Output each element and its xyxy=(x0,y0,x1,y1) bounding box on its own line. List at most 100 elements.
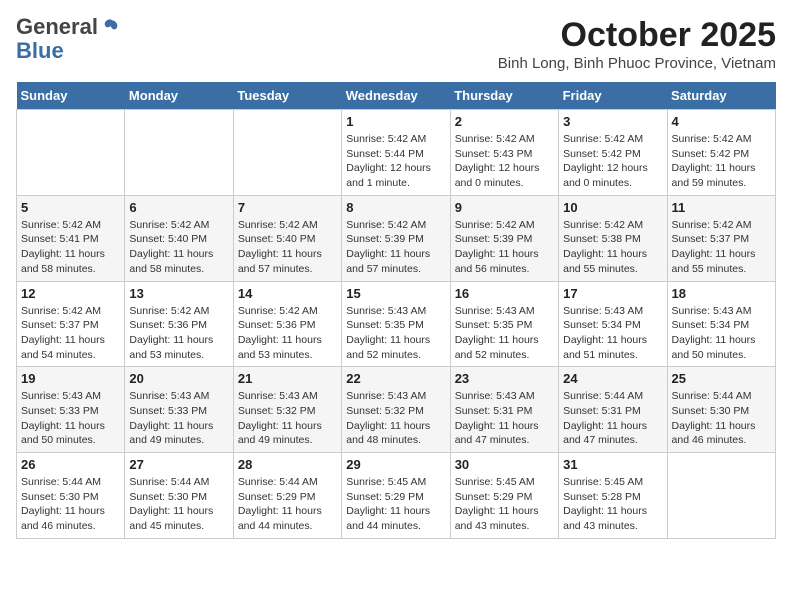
calendar-cell xyxy=(233,110,341,196)
day-info: Sunrise: 5:42 AM Sunset: 5:36 PM Dayligh… xyxy=(238,304,337,363)
day-number: 9 xyxy=(455,200,554,215)
day-info: Sunrise: 5:42 AM Sunset: 5:42 PM Dayligh… xyxy=(563,132,662,191)
day-info: Sunrise: 5:42 AM Sunset: 5:39 PM Dayligh… xyxy=(455,218,554,277)
day-number: 30 xyxy=(455,457,554,472)
day-number: 22 xyxy=(346,371,445,386)
day-info: Sunrise: 5:43 AM Sunset: 5:34 PM Dayligh… xyxy=(563,304,662,363)
logo-general: General xyxy=(16,16,98,38)
day-number: 16 xyxy=(455,286,554,301)
day-number: 12 xyxy=(21,286,120,301)
calendar-cell xyxy=(17,110,125,196)
calendar-cell: 29 Sunrise: 5:45 AM Sunset: 5:29 PM Dayli… xyxy=(342,453,450,539)
day-number: 23 xyxy=(455,371,554,386)
calendar-cell: 22Sunrise: 5:43 AM Sunset: 5:32 PM Dayli… xyxy=(342,367,450,453)
day-info: Sunrise: 5:45 AM Sunset: 5:28 PM Dayligh… xyxy=(563,475,662,534)
day-info: Sunrise: 5:43 AM Sunset: 5:34 PM Dayligh… xyxy=(672,304,771,363)
calendar-cell: 26 Sunrise: 5:44 AM Sunset: 5:30 PM Dayli… xyxy=(17,453,125,539)
day-info: Sunrise: 5:43 AM Sunset: 5:32 PM Dayligh… xyxy=(238,389,337,448)
day-info: Sunrise: 5:43 AM Sunset: 5:33 PM Dayligh… xyxy=(21,389,120,448)
calendar-cell: 2 Sunrise: 5:42 AM Sunset: 5:43 PM Daylig… xyxy=(450,110,558,196)
day-number: 5 xyxy=(21,200,120,215)
logo-bird-icon xyxy=(100,16,120,36)
calendar-cell: 13 Sunrise: 5:42 AM Sunset: 5:36 PM Dayli… xyxy=(125,281,233,367)
day-number: 25 xyxy=(672,371,771,386)
calendar-cell: 8Sunrise: 5:42 AM Sunset: 5:39 PM Daylig… xyxy=(342,195,450,281)
day-info: Sunrise: 5:44 AM Sunset: 5:30 PM Dayligh… xyxy=(21,475,120,534)
day-info: Sunrise: 5:43 AM Sunset: 5:33 PM Dayligh… xyxy=(129,389,228,448)
day-info: Sunrise: 5:43 AM Sunset: 5:35 PM Dayligh… xyxy=(455,304,554,363)
logo-blue: Blue xyxy=(16,38,64,64)
calendar-cell: 23Sunrise: 5:43 AM Sunset: 5:31 PM Dayli… xyxy=(450,367,558,453)
calendar-cell: 24Sunrise: 5:44 AM Sunset: 5:31 PM Dayli… xyxy=(559,367,667,453)
day-number: 15 xyxy=(346,286,445,301)
calendar-cell: 6 Sunrise: 5:42 AM Sunset: 5:40 PM Daylig… xyxy=(125,195,233,281)
calendar-cell: 31 Sunrise: 5:45 AM Sunset: 5:28 PM Dayli… xyxy=(559,453,667,539)
calendar-cell xyxy=(125,110,233,196)
day-number: 14 xyxy=(238,286,337,301)
day-info: Sunrise: 5:44 AM Sunset: 5:30 PM Dayligh… xyxy=(672,389,771,448)
day-number: 10 xyxy=(563,200,662,215)
calendar-cell: 1Sunrise: 5:42 AM Sunset: 5:44 PM Daylig… xyxy=(342,110,450,196)
day-info: Sunrise: 5:42 AM Sunset: 5:42 PM Dayligh… xyxy=(672,132,771,191)
title-block: October 2025 Binh Long, Binh Phuoc Provi… xyxy=(498,16,776,72)
calendar-cell: 21 Sunrise: 5:43 AM Sunset: 5:32 PM Dayli… xyxy=(233,367,341,453)
calendar-cell: 19Sunrise: 5:43 AM Sunset: 5:33 PM Dayli… xyxy=(17,367,125,453)
calendar-title: October 2025 xyxy=(498,16,776,55)
day-header-tuesday: Tuesday xyxy=(233,82,341,110)
calendar-cell: 28 Sunrise: 5:44 AM Sunset: 5:29 PM Dayli… xyxy=(233,453,341,539)
calendar-cell: 17 Sunrise: 5:43 AM Sunset: 5:34 PM Dayli… xyxy=(559,281,667,367)
day-number: 26 xyxy=(21,457,120,472)
day-number: 7 xyxy=(238,200,337,215)
day-number: 18 xyxy=(672,286,771,301)
day-header-friday: Friday xyxy=(559,82,667,110)
calendar-cell: 14 Sunrise: 5:42 AM Sunset: 5:36 PM Dayli… xyxy=(233,281,341,367)
day-header-wednesday: Wednesday xyxy=(342,82,450,110)
day-info: Sunrise: 5:42 AM Sunset: 5:38 PM Dayligh… xyxy=(563,218,662,277)
page-header: General Blue October 2025 Binh Long, Bin… xyxy=(16,16,776,72)
day-number: 3 xyxy=(563,114,662,129)
day-number: 28 xyxy=(238,457,337,472)
day-info: Sunrise: 5:42 AM Sunset: 5:36 PM Dayligh… xyxy=(129,304,228,363)
day-info: Sunrise: 5:42 AM Sunset: 5:37 PM Dayligh… xyxy=(672,218,771,277)
calendar-cell: 4Sunrise: 5:42 AM Sunset: 5:42 PM Daylig… xyxy=(667,110,775,196)
calendar-subtitle: Binh Long, Binh Phuoc Province, Vietnam xyxy=(498,55,776,72)
day-info: Sunrise: 5:45 AM Sunset: 5:29 PM Dayligh… xyxy=(455,475,554,534)
calendar-cell: 12 Sunrise: 5:42 AM Sunset: 5:37 PM Dayli… xyxy=(17,281,125,367)
day-info: Sunrise: 5:44 AM Sunset: 5:30 PM Dayligh… xyxy=(129,475,228,534)
calendar-cell: 20 Sunrise: 5:43 AM Sunset: 5:33 PM Dayli… xyxy=(125,367,233,453)
day-number: 13 xyxy=(129,286,228,301)
day-info: Sunrise: 5:42 AM Sunset: 5:41 PM Dayligh… xyxy=(21,218,120,277)
day-header-sunday: Sunday xyxy=(17,82,125,110)
day-number: 1 xyxy=(346,114,445,129)
day-info: Sunrise: 5:44 AM Sunset: 5:29 PM Dayligh… xyxy=(238,475,337,534)
calendar-cell: 25 Sunrise: 5:44 AM Sunset: 5:30 PM Dayli… xyxy=(667,367,775,453)
day-info: Sunrise: 5:42 AM Sunset: 5:37 PM Dayligh… xyxy=(21,304,120,363)
day-number: 11 xyxy=(672,200,771,215)
day-info: Sunrise: 5:42 AM Sunset: 5:40 PM Dayligh… xyxy=(129,218,228,277)
day-number: 29 xyxy=(346,457,445,472)
day-number: 21 xyxy=(238,371,337,386)
day-info: Sunrise: 5:45 AM Sunset: 5:29 PM Dayligh… xyxy=(346,475,445,534)
calendar-cell: 27 Sunrise: 5:44 AM Sunset: 5:30 PM Dayli… xyxy=(125,453,233,539)
day-header-monday: Monday xyxy=(125,82,233,110)
calendar-cell: 15 Sunrise: 5:43 AM Sunset: 5:35 PM Dayli… xyxy=(342,281,450,367)
day-header-thursday: Thursday xyxy=(450,82,558,110)
calendar-cell: 3 Sunrise: 5:42 AM Sunset: 5:42 PM Daylig… xyxy=(559,110,667,196)
day-number: 20 xyxy=(129,371,228,386)
calendar-cell: 5 Sunrise: 5:42 AM Sunset: 5:41 PM Daylig… xyxy=(17,195,125,281)
day-number: 24 xyxy=(563,371,662,386)
day-info: Sunrise: 5:43 AM Sunset: 5:35 PM Dayligh… xyxy=(346,304,445,363)
calendar-cell: 16 Sunrise: 5:43 AM Sunset: 5:35 PM Dayli… xyxy=(450,281,558,367)
day-info: Sunrise: 5:42 AM Sunset: 5:40 PM Dayligh… xyxy=(238,218,337,277)
calendar-table: SundayMondayTuesdayWednesdayThursdayFrid… xyxy=(16,82,776,539)
calendar-cell: 11 Sunrise: 5:42 AM Sunset: 5:37 PM Dayli… xyxy=(667,195,775,281)
calendar-cell: 30 Sunrise: 5:45 AM Sunset: 5:29 PM Dayli… xyxy=(450,453,558,539)
day-info: Sunrise: 5:42 AM Sunset: 5:43 PM Dayligh… xyxy=(455,132,554,191)
day-number: 17 xyxy=(563,286,662,301)
day-number: 31 xyxy=(563,457,662,472)
day-number: 6 xyxy=(129,200,228,215)
calendar-cell: 9 Sunrise: 5:42 AM Sunset: 5:39 PM Daylig… xyxy=(450,195,558,281)
calendar-cell: 7 Sunrise: 5:42 AM Sunset: 5:40 PM Daylig… xyxy=(233,195,341,281)
day-number: 2 xyxy=(455,114,554,129)
day-number: 27 xyxy=(129,457,228,472)
